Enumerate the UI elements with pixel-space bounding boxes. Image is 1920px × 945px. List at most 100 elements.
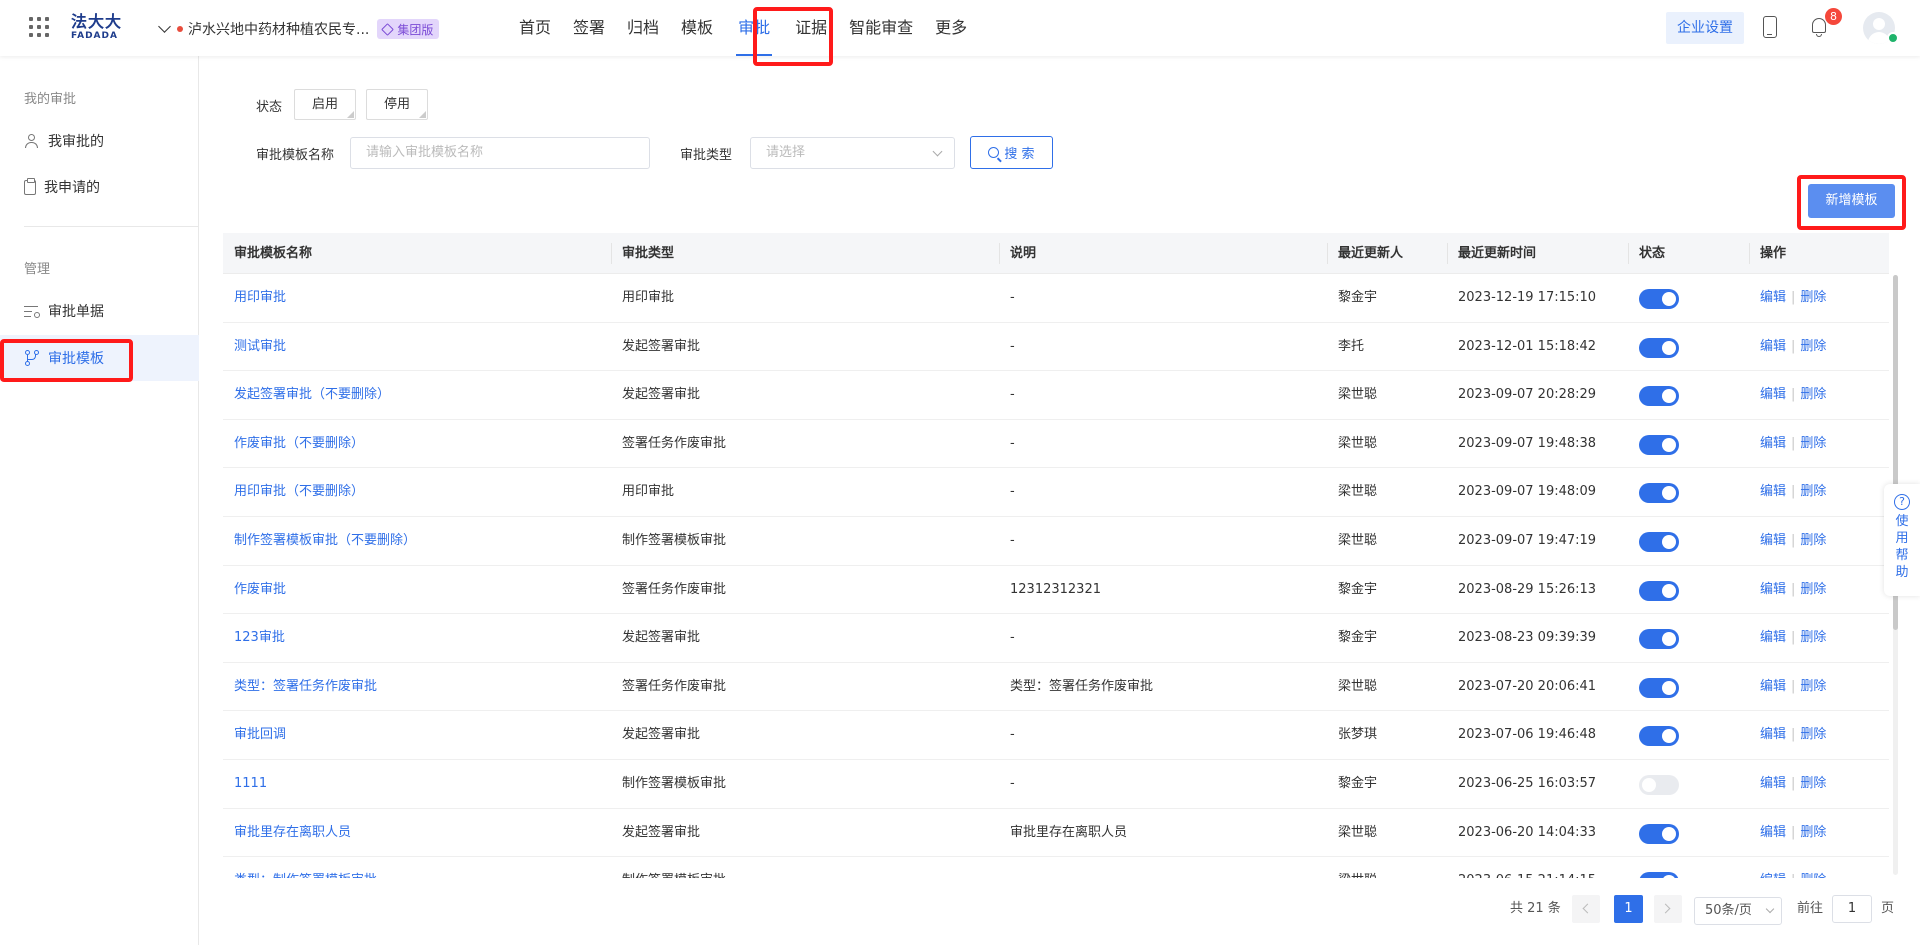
edit-link[interactable]: 编辑 xyxy=(1760,873,1786,878)
cell-updater: 梁世聪 xyxy=(1338,484,1378,500)
cell-updater: 梁世聪 xyxy=(1338,387,1378,403)
status-toggle[interactable] xyxy=(1639,726,1679,747)
cell-template-name[interactable]: 123审批 xyxy=(223,614,285,662)
cell-template-name[interactable]: 用印审批（不要删除） xyxy=(223,468,364,516)
edit-link[interactable]: 编辑 xyxy=(1760,776,1786,791)
enterprise-settings-button[interactable]: 企业设置 xyxy=(1666,12,1744,44)
sidebar-item-applied-by-me[interactable]: 我申请的 xyxy=(0,164,199,210)
cell-description: 审批里存在离职人员 xyxy=(1010,824,1128,840)
delete-link[interactable]: 删除 xyxy=(1800,776,1826,791)
cell-template-name[interactable]: 审批回调 xyxy=(223,711,286,759)
org-switcher[interactable]: 泸水兴地中药材种植农民专... 集团版 xyxy=(158,19,440,39)
fadada-logo[interactable]: 法大大 FADADA xyxy=(71,14,123,41)
edit-link[interactable]: 编辑 xyxy=(1760,679,1786,694)
status-toggle[interactable] xyxy=(1639,434,1679,455)
cell-template-name[interactable]: 类型：签署任务作废审批 xyxy=(223,663,377,711)
template-name-input[interactable]: 请输入审批模板名称 xyxy=(350,137,650,169)
delete-link[interactable]: 删除 xyxy=(1800,679,1826,694)
cell-description: - xyxy=(1010,533,1015,548)
edit-link[interactable]: 编辑 xyxy=(1760,825,1786,840)
status-enabled-button[interactable]: 启用 xyxy=(294,89,356,120)
next-page-button[interactable] xyxy=(1654,895,1682,923)
edit-link[interactable]: 编辑 xyxy=(1760,727,1786,742)
sidebar-item-documents[interactable]: 审批单据 xyxy=(0,288,199,334)
status-toggle[interactable] xyxy=(1639,629,1679,650)
nav-smart-review[interactable]: 智能审查 xyxy=(838,0,924,56)
edit-link[interactable]: 编辑 xyxy=(1760,387,1786,402)
chevron-right-icon xyxy=(1660,903,1671,914)
status-toggle[interactable] xyxy=(1639,386,1679,407)
cell-approval-type: 制作签署模板审批 xyxy=(622,533,727,548)
edit-link[interactable]: 编辑 xyxy=(1760,582,1786,597)
goto-page-input[interactable]: 1 xyxy=(1832,895,1872,923)
delete-link[interactable]: 删除 xyxy=(1800,290,1826,305)
delete-link[interactable]: 删除 xyxy=(1800,873,1826,878)
action-separator: | xyxy=(1791,824,1796,840)
cell-template-name[interactable]: 类型：制作签署模板审批 xyxy=(223,857,377,878)
chevron-down-icon xyxy=(932,146,943,157)
delete-link[interactable]: 删除 xyxy=(1800,825,1826,840)
nav-archive[interactable]: 归档 xyxy=(616,0,670,56)
status-disabled-button[interactable]: 停用 xyxy=(366,89,428,120)
delete-link[interactable]: 删除 xyxy=(1800,484,1826,499)
cell-template-name[interactable]: 作废审批 xyxy=(223,566,286,614)
status-toggle[interactable] xyxy=(1639,289,1679,309)
delete-link[interactable]: 删除 xyxy=(1800,630,1826,645)
sidebar-item-approved-by-me[interactable]: 我审批的 xyxy=(0,118,199,164)
notification-badge: 8 xyxy=(1825,8,1842,25)
edit-link[interactable]: 编辑 xyxy=(1760,533,1786,548)
cell-template-name[interactable]: 测试审批 xyxy=(223,323,286,371)
delete-link[interactable]: 删除 xyxy=(1800,339,1826,354)
nav-sign[interactable]: 签署 xyxy=(562,0,616,56)
prev-page-button[interactable] xyxy=(1572,895,1600,923)
delete-link[interactable]: 删除 xyxy=(1800,436,1826,451)
cell-template-name[interactable]: 制作签署模板审批（不要删除） xyxy=(223,517,416,565)
table-row: 制作签署模板审批（不要删除） 制作签署模板审批 - 梁世聪 2023-09-07 19:… xyxy=(223,517,1889,566)
table-row: 发起签署审批（不要删除） 发起签署审批 - 梁世聪 2023-09-07 20:28:2… xyxy=(223,371,1889,420)
help-float-button[interactable]: ? 使用帮助 xyxy=(1884,484,1920,596)
edit-link[interactable]: 编辑 xyxy=(1760,339,1786,354)
status-toggle[interactable] xyxy=(1639,580,1679,601)
search-button-label: 搜 索 xyxy=(1004,147,1035,162)
status-toggle[interactable] xyxy=(1639,872,1679,878)
cell-template-name[interactable]: 发起签署审批（不要删除） xyxy=(223,371,390,419)
cell-template-name[interactable]: 1111 xyxy=(223,760,267,808)
page-number-current[interactable]: 1 xyxy=(1614,895,1643,923)
status-toggle[interactable] xyxy=(1639,677,1679,698)
delete-link[interactable]: 删除 xyxy=(1800,727,1826,742)
col-update-time: 最近更新时间 xyxy=(1447,233,1536,274)
status-toggle[interactable] xyxy=(1639,775,1679,795)
status-toggle[interactable] xyxy=(1639,337,1679,358)
user-icon xyxy=(24,133,40,149)
col-type: 审批类型 xyxy=(611,233,674,274)
table-row: 用印审批（不要删除） 用印审批 - 梁世聪 2023-09-07 19:48:09 编辑 |… xyxy=(223,468,1889,517)
page-size-select[interactable]: 50条/页 xyxy=(1694,897,1782,925)
cell-update-time: 2023-06-20 14:04:33 xyxy=(1458,824,1597,840)
delete-link[interactable]: 删除 xyxy=(1800,533,1826,548)
delete-link[interactable]: 删除 xyxy=(1800,582,1826,597)
status-toggle[interactable] xyxy=(1639,483,1679,504)
edit-link[interactable]: 编辑 xyxy=(1760,630,1786,645)
approval-type-select[interactable]: 请选择 xyxy=(750,137,955,169)
edit-link[interactable]: 编辑 xyxy=(1760,436,1786,451)
cell-template-name[interactable]: 用印审批 xyxy=(223,274,286,322)
row-actions: 编辑 | 删除 xyxy=(1760,663,1826,711)
cell-template-name[interactable]: 作废审批（不要删除） xyxy=(223,420,364,468)
template-table: 审批模板名称 审批类型 说明 最近更新人 最近更新时间 状态 操作 用印审批 用印… xyxy=(223,233,1889,878)
apps-grid-icon[interactable] xyxy=(29,17,49,37)
cell-updater: 李托 xyxy=(1338,338,1365,354)
delete-link[interactable]: 删除 xyxy=(1800,387,1826,402)
status-toggle[interactable] xyxy=(1639,532,1679,552)
approval-type-label: 审批类型 xyxy=(680,148,733,163)
edit-link[interactable]: 编辑 xyxy=(1760,290,1786,305)
nav-more[interactable]: 更多 xyxy=(924,0,978,56)
mobile-icon[interactable] xyxy=(1763,16,1777,38)
edit-link[interactable]: 编辑 xyxy=(1760,484,1786,499)
action-separator: | xyxy=(1791,727,1796,743)
row-actions: 编辑 | 删除 xyxy=(1760,420,1826,468)
status-toggle[interactable] xyxy=(1639,823,1679,844)
cell-template-name[interactable]: 审批里存在离职人员 xyxy=(223,809,351,857)
nav-home[interactable]: 首页 xyxy=(508,0,562,56)
search-button[interactable]: 搜 索 xyxy=(970,136,1053,169)
nav-template[interactable]: 模板 xyxy=(670,0,724,56)
